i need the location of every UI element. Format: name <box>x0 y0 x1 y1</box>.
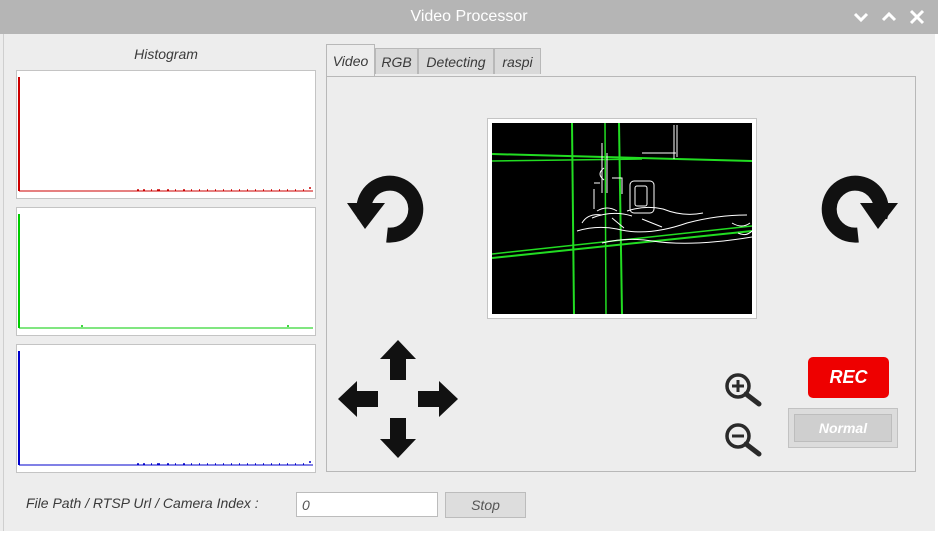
rotate-right-icon <box>821 175 898 243</box>
arrow-left-icon <box>338 381 378 417</box>
histogram-label: Histogram <box>134 46 198 62</box>
chevron-up-icon <box>881 11 897 22</box>
mode-button[interactable]: Normal <box>794 414 892 442</box>
stop-button[interactable]: Stop <box>445 492 526 518</box>
source-label: File Path / RTSP Url / Camera Index : <box>26 495 259 511</box>
close-button[interactable] <box>905 5 929 29</box>
video-frame[interactable] <box>487 118 757 319</box>
zoom-out-button[interactable] <box>723 421 763 462</box>
move-up-button[interactable] <box>379 339 417 386</box>
minimize-button[interactable] <box>849 5 873 29</box>
tab-rgb[interactable]: RGB <box>375 48 418 74</box>
window-title: Video Processor <box>410 8 528 25</box>
video-panel: REC Normal <box>326 76 916 472</box>
source-input[interactable] <box>296 492 438 517</box>
maximize-button[interactable] <box>877 5 901 29</box>
record-button[interactable]: REC <box>808 357 889 398</box>
zoom-in-button[interactable] <box>723 371 763 412</box>
move-right-button[interactable] <box>417 380 459 423</box>
mode-frame: Normal <box>788 408 898 448</box>
rotate-left-button[interactable] <box>341 167 425 248</box>
tab-raspi[interactable]: raspi <box>494 48 541 74</box>
histogram-red <box>16 70 316 199</box>
title-bar[interactable]: Video Processor <box>0 0 938 34</box>
move-down-button[interactable] <box>379 417 417 464</box>
move-left-button[interactable] <box>337 380 379 423</box>
main-window: Histogram Video RGB Detecting raspi REC … <box>3 34 937 531</box>
histogram-blue <box>16 344 316 473</box>
chevron-down-icon <box>853 12 869 23</box>
tab-video[interactable]: Video <box>326 44 375 76</box>
zoom-out-icon <box>725 423 762 457</box>
desktop-edge-bottom <box>0 531 938 535</box>
arrow-up-icon <box>380 340 416 380</box>
video-display <box>491 122 753 315</box>
rotate-left-icon <box>347 175 424 243</box>
zoom-in-icon <box>725 373 762 407</box>
rotate-right-button[interactable] <box>820 167 904 248</box>
arrow-down-icon <box>380 418 416 458</box>
arrow-right-icon <box>418 381 458 417</box>
tab-detecting[interactable]: Detecting <box>418 48 494 74</box>
histogram-green <box>16 207 316 336</box>
close-icon <box>909 9 925 25</box>
